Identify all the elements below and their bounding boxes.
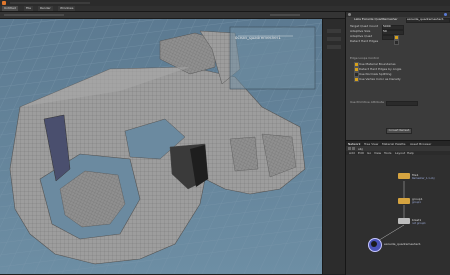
check-label-2: Use Normals Splitting <box>359 71 392 76</box>
primitive-attribute-field[interactable] <box>386 100 418 106</box>
back-arrow-icon[interactable] <box>348 147 351 150</box>
gear-icon[interactable] <box>348 13 351 16</box>
viewport-canvas: ocean_quadremesher1 <box>0 19 322 274</box>
viewport-tool-strip <box>4 14 64 16</box>
check-label-3: Use Vertex Color as Density <box>359 76 401 81</box>
shelf-button-1[interactable] <box>327 29 341 33</box>
param-field-2[interactable] <box>382 34 394 40</box>
network-pane[interactable]: Network Tree View Material Palette Asset… <box>345 140 450 275</box>
check-2[interactable] <box>354 72 359 77</box>
check-0[interactable] <box>354 62 359 67</box>
tab-network[interactable]: Network <box>348 142 361 146</box>
primitive-attribute-section-label: Use Primitive Attribute <box>350 100 384 104</box>
shelf-button-2[interactable] <box>327 37 341 41</box>
shelf-button-3[interactable] <box>327 45 341 49</box>
tab-asset-browser[interactable]: Asset Browser <box>410 142 431 146</box>
menu-strip <box>10 2 90 4</box>
tab-tree-view[interactable]: Tree View <box>364 142 378 146</box>
check-3[interactable] <box>354 77 359 82</box>
viewport-info-strip <box>238 35 293 37</box>
check-label-0: Use Material Boundaries <box>359 61 396 66</box>
node-blast1-sub: not group1 <box>412 222 426 225</box>
tab-material-palette[interactable]: Material Palette <box>382 142 406 146</box>
network-path[interactable]: obj <box>358 147 363 151</box>
adaptive-quad-checkbox[interactable] <box>394 35 399 40</box>
help-icon[interactable] <box>444 13 447 16</box>
tab-render[interactable]: Render <box>38 6 53 11</box>
param-label-2: Adaptive Quad <box>350 34 373 38</box>
tab-windows[interactable]: Windows <box>58 6 76 11</box>
scene-viewport[interactable]: ocean_quadremesher1 <box>0 19 322 274</box>
check-label-1: Detect Hard Edges by Angle <box>359 66 402 71</box>
node-group1[interactable] <box>398 198 410 204</box>
convert-remesh-button[interactable]: Convert Remesh <box>386 128 412 134</box>
param-value-1: 50 <box>383 29 387 33</box>
parameter-pane: Labs Exoside QuadRemesher exoside_quadre… <box>345 12 450 140</box>
tab-file[interactable]: File <box>24 6 34 11</box>
detect-hard-edges-checkbox[interactable] <box>394 40 399 45</box>
param-value-0: 5000 <box>383 24 391 28</box>
right-tool-shelf <box>322 19 346 274</box>
check-1[interactable] <box>354 67 359 72</box>
node-type-label: Labs Exoside QuadRemesher <box>354 17 398 21</box>
param-label-3: Detect Hard Edges <box>350 39 379 43</box>
node-blast1[interactable] <box>398 218 410 224</box>
node-file1-sub: Remesher_1.1.obj <box>412 177 435 180</box>
remesher-icon <box>371 241 377 247</box>
param-label-1: Adaptive Size <box>350 29 371 33</box>
viewport-toolbar <box>0 12 345 19</box>
houdini-logo-icon[interactable] <box>2 1 6 5</box>
viewport-tool-strip-right <box>270 14 300 16</box>
node-name-text: exoside_quadremesher1 <box>407 17 444 21</box>
node-group1-sub: group1 <box>412 201 421 204</box>
node-file1[interactable] <box>398 173 410 179</box>
edge-loops-section-label: Edge Loops Control <box>350 56 380 60</box>
param-label-0: Target Quad Count <box>350 24 379 28</box>
node-exoside-label: exoside_quadremesher1 <box>384 242 421 246</box>
forward-arrow-icon[interactable] <box>352 147 355 150</box>
tab-untitled[interactable]: Untitled <box>2 6 18 11</box>
